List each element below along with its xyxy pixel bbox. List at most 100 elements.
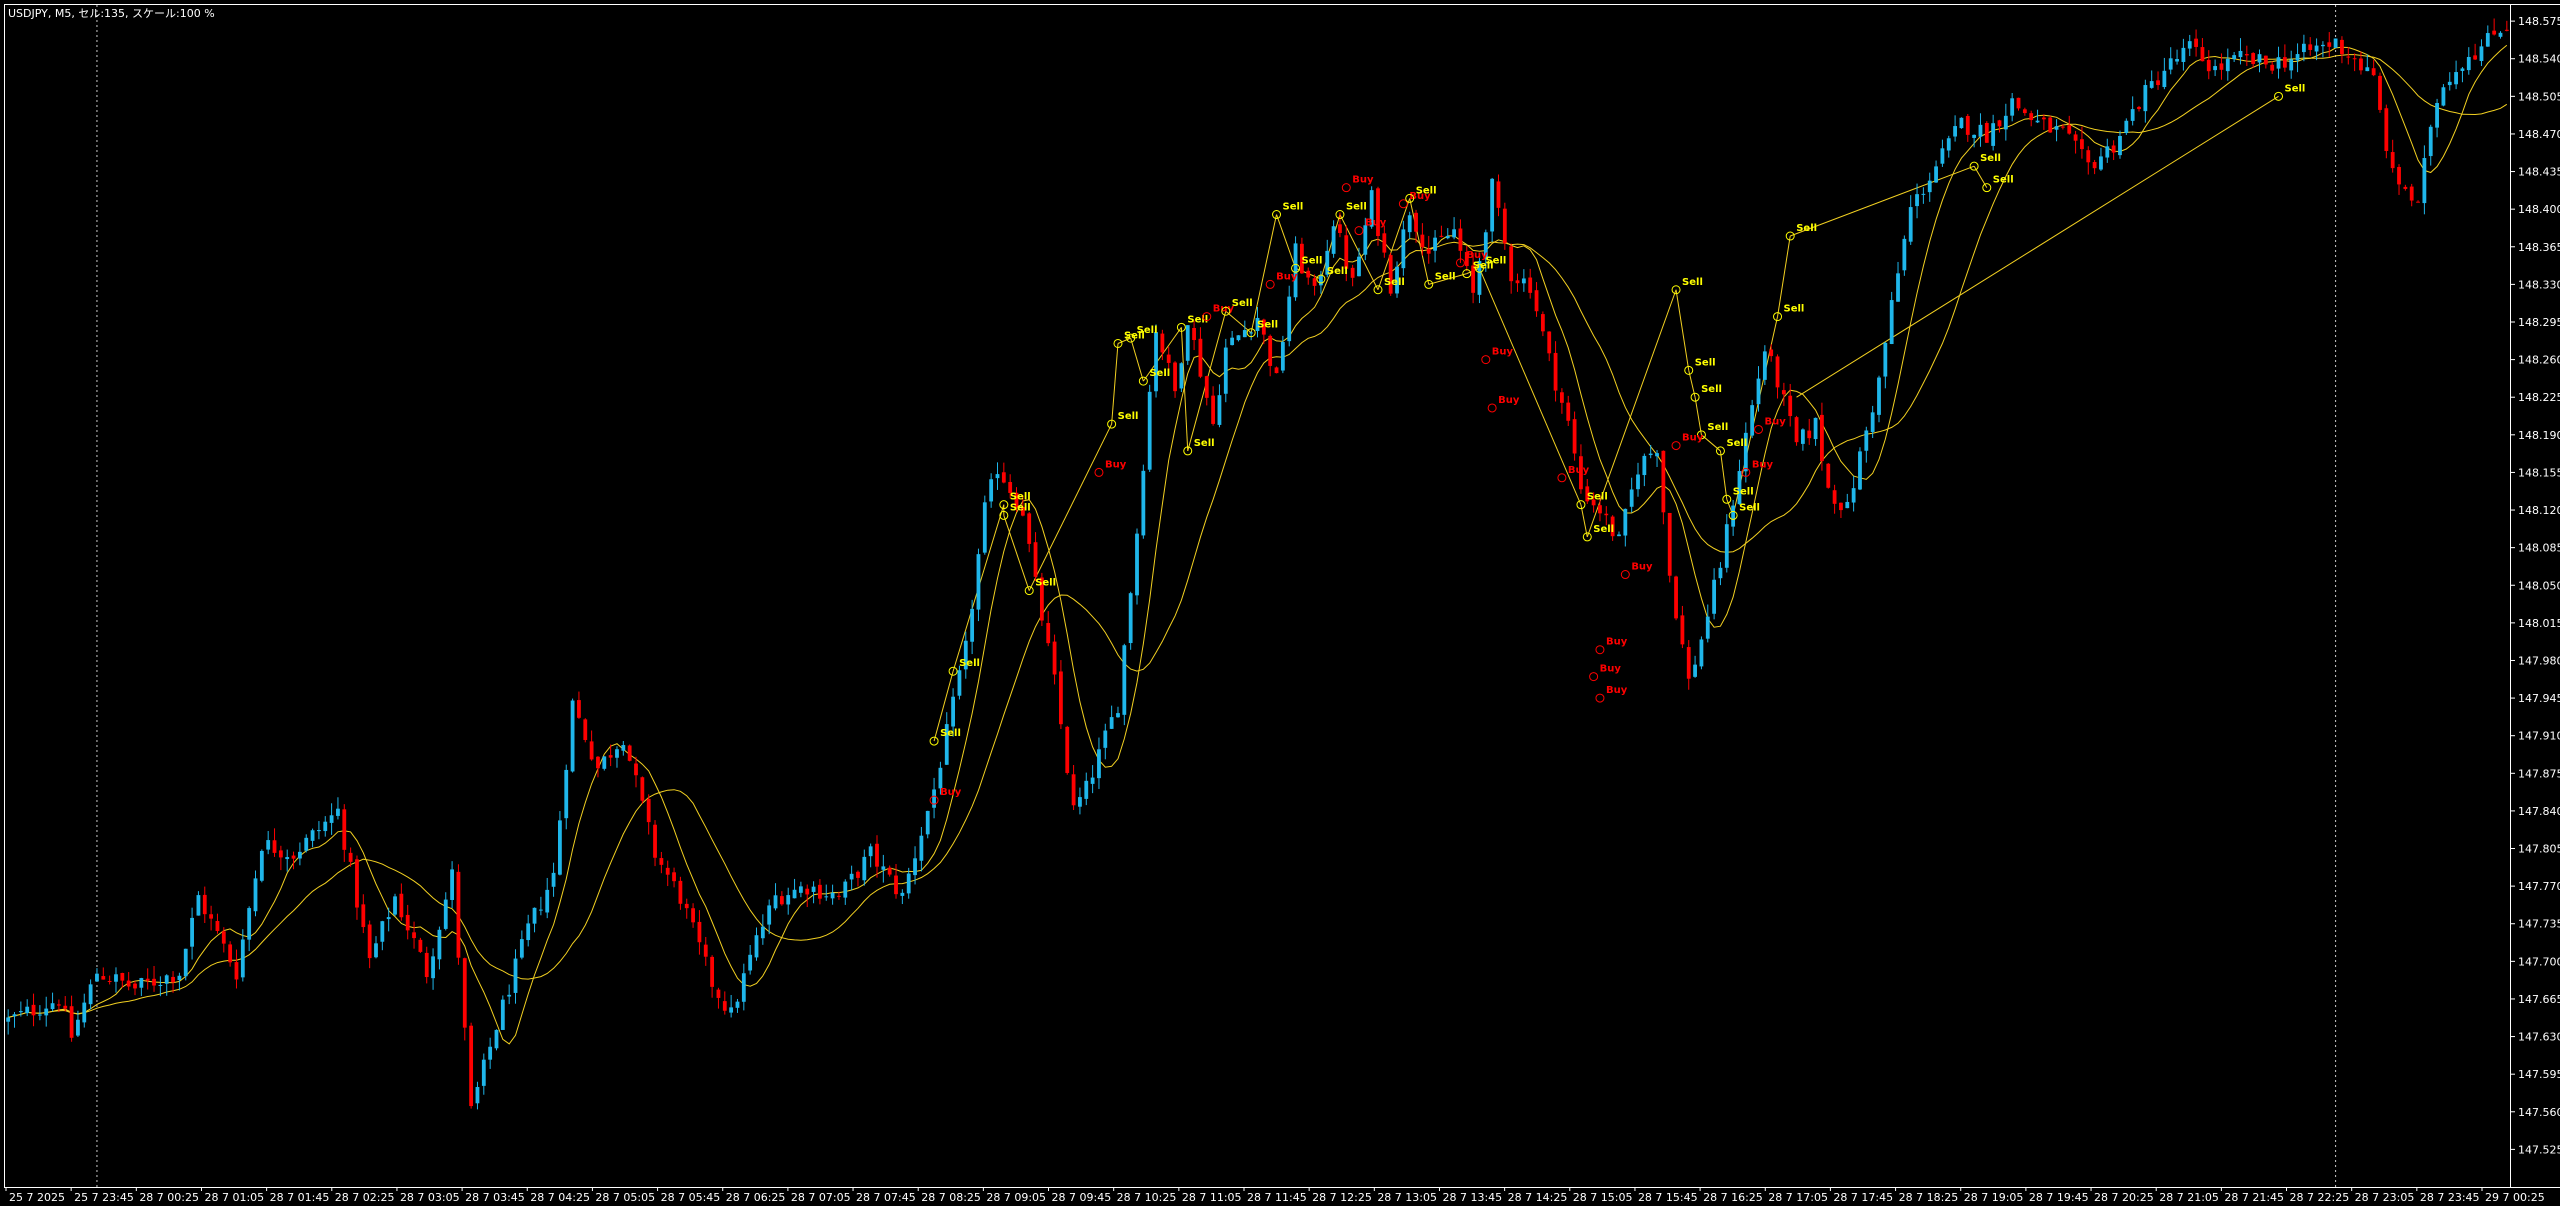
candle-body: [1033, 542, 1038, 577]
candle-body: [754, 935, 759, 958]
candle-body: [558, 820, 562, 875]
plot-frame: [4, 4, 2560, 1188]
candle-body: [209, 914, 214, 919]
candle-body: [2314, 45, 2319, 52]
candle-body: [2308, 44, 2313, 50]
candle-body: [837, 895, 841, 897]
candle-body: [583, 719, 588, 740]
candle-body: [44, 1008, 49, 1016]
candle-body: [2352, 58, 2357, 60]
x-tick-label: 28 7 07:05: [791, 1191, 851, 1204]
candle-body: [2099, 156, 2103, 170]
signal-label: Sell: [1257, 320, 1278, 331]
candle-body: [722, 1001, 727, 1011]
y-tick-label: 147.560: [2518, 1106, 2560, 1119]
signal-label: Sell: [1695, 357, 1716, 368]
candle-body: [450, 869, 454, 900]
candle-body: [2105, 146, 2110, 158]
candle-body: [2124, 120, 2129, 134]
candle-body: [50, 1003, 55, 1010]
candle-body: [1166, 354, 1171, 363]
x-tick-label: 28 7 23:45: [2420, 1191, 2480, 1204]
candle-body: [291, 855, 296, 859]
y-tick-label: 147.770: [2518, 880, 2560, 893]
x-tick-label: 28 7 02:25: [335, 1191, 395, 1204]
candle-body: [894, 875, 898, 895]
x-tick-label: 28 7 08:25: [921, 1191, 981, 1204]
candle-body: [1084, 780, 1089, 799]
x-tick-label: 28 7 13:05: [1377, 1191, 1437, 1204]
candle-body: [297, 851, 302, 859]
candle-body: [380, 921, 385, 942]
candle-body: [2428, 126, 2433, 157]
candle-body: [253, 878, 258, 912]
candle-body: [1439, 235, 1444, 237]
candle-body: [2492, 30, 2497, 35]
candle-body: [82, 1002, 87, 1023]
candle-body: [1490, 178, 1495, 232]
x-tick-label: 28 7 11:05: [1182, 1191, 1242, 1204]
candle-body: [2016, 97, 2021, 109]
candle-body: [970, 608, 975, 642]
candle-body: [120, 972, 125, 981]
x-tick-label: 29 7 00:25: [2485, 1191, 2545, 1204]
candle-body: [849, 873, 854, 880]
candle-body: [773, 895, 778, 909]
signal-label: Sell: [1726, 438, 1747, 449]
candle-body: [1845, 501, 1850, 509]
candle-body: [2346, 56, 2351, 58]
candle-body: [1781, 390, 1786, 395]
y-tick-label: 147.595: [2518, 1068, 2560, 1081]
signal-label: Buy: [1492, 347, 1514, 358]
candle-body: [2048, 117, 2053, 133]
candle-body: [69, 1006, 74, 1038]
candle-body: [513, 958, 518, 993]
candle-body: [919, 835, 924, 861]
price-chart[interactable]: USDJPY, M5, セル:135, スケール:100 % Sell Sell S…: [0, 0, 2560, 1206]
candle-body: [2485, 33, 2490, 47]
signal-label: Sell: [1384, 277, 1405, 288]
candle-body: [418, 939, 423, 952]
candle-body: [1604, 513, 1609, 516]
candle-body: [1566, 402, 1571, 421]
candle-body: [1959, 117, 1964, 129]
candle-body: [1382, 233, 1387, 253]
candle-body: [1642, 455, 1647, 476]
candle-body: [1965, 115, 1970, 135]
candle-body: [519, 939, 524, 958]
y-tick-label: 147.910: [2518, 730, 2560, 743]
candle-body: [1858, 451, 1862, 490]
candle-body: [538, 909, 543, 911]
candle-body: [856, 871, 860, 878]
y-tick-label: 147.980: [2518, 654, 2560, 667]
candle-body: [1896, 273, 1900, 302]
candle-body: [684, 903, 689, 909]
candle-body: [1445, 235, 1450, 239]
candle-body: [925, 810, 930, 835]
candle-body: [1452, 229, 1456, 238]
candle-body: [602, 756, 607, 769]
candle-body: [779, 896, 784, 905]
candle-body: [1547, 331, 1552, 354]
x-tick-label: 28 7 20:25: [2094, 1191, 2154, 1204]
candle-body: [716, 989, 721, 998]
candle-body: [1173, 362, 1177, 392]
candle-body: [2156, 80, 2160, 86]
candle-body: [2061, 126, 2065, 128]
candle-body: [126, 980, 131, 987]
candle-body: [1198, 338, 1203, 377]
candle-body: [868, 846, 873, 857]
candle-body: [1217, 395, 1222, 425]
candle-body: [431, 956, 435, 979]
x-tick-label: 28 7 22:25: [2290, 1191, 2350, 1204]
signal-label: Sell: [1435, 271, 1456, 282]
candle-body: [37, 1014, 42, 1016]
signal-label: Buy: [1606, 637, 1628, 648]
candle-body: [2327, 42, 2332, 47]
candle-body: [266, 840, 271, 850]
candle-body: [608, 755, 613, 758]
candle-body: [1623, 508, 1628, 536]
candle-body: [710, 956, 715, 987]
candle-body: [1636, 474, 1640, 490]
candle-body: [1674, 576, 1678, 619]
